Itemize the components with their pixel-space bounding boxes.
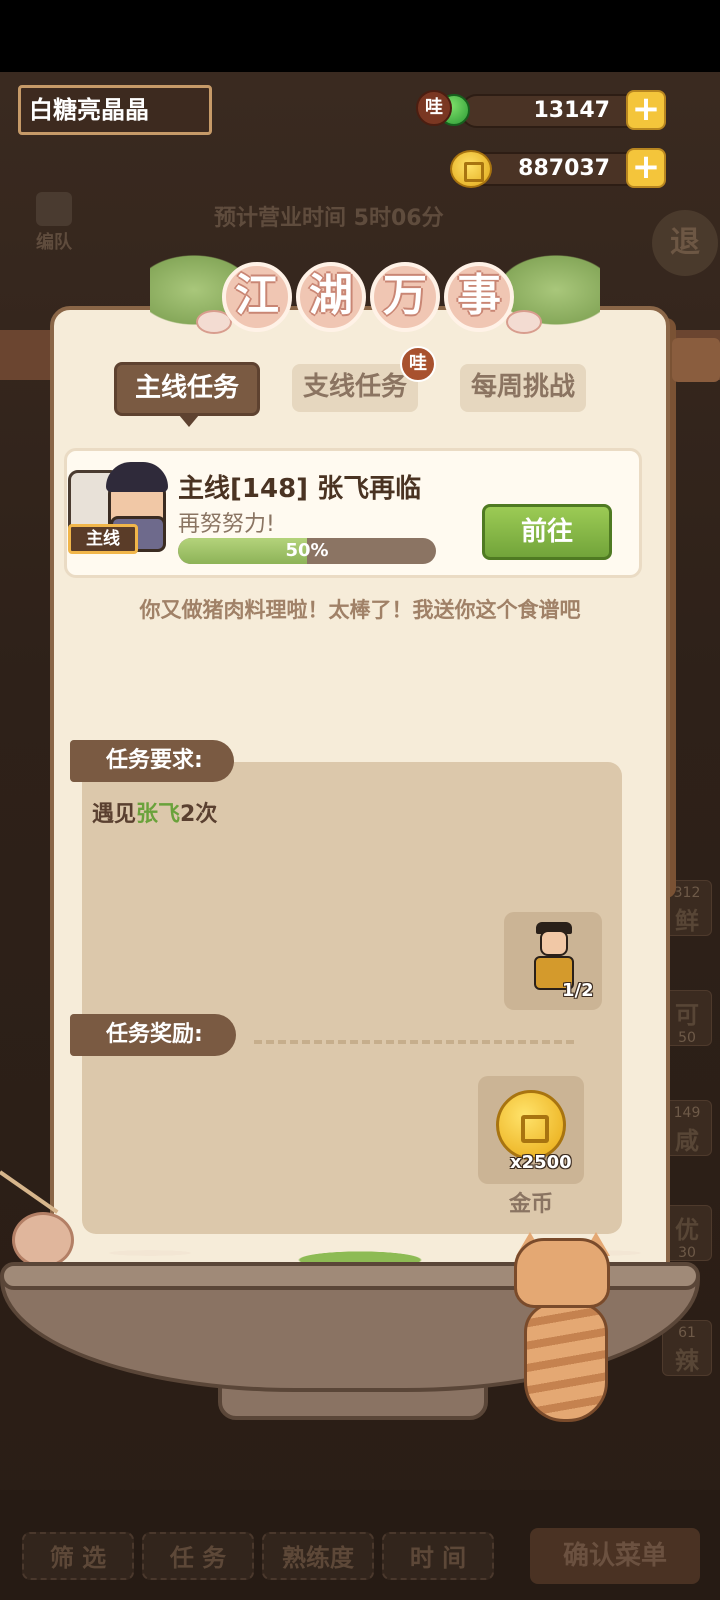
title-char: 江 [222,262,292,332]
wa-badge-icon: 哇 [416,90,452,126]
title-char: 万 [370,262,440,332]
add-gems-button[interactable]: + [626,90,666,130]
proficiency-button: 熟练度 [262,1532,374,1580]
cat-mascot-icon [506,1232,626,1432]
title-char: 事 [444,262,514,332]
npc-progress-count: 1/2 [562,980,594,1001]
scroll-handle [672,338,720,382]
filter-button: 筛 选 [22,1532,134,1580]
gem-currency: 13147 哇 + [416,90,666,130]
npc-head [540,930,568,956]
gold-coin-icon [496,1090,566,1160]
title-char: 湖 [296,262,366,332]
tab-weekly-challenge[interactable]: 每周挑战 [460,364,586,412]
go-button[interactable]: 前往 [482,504,612,560]
time-button: 时 间 [382,1532,494,1580]
notification-badge: 哇 [400,346,436,382]
add-coins-button[interactable]: + [626,148,666,188]
dialogue-text: 你又做猪肉料理啦！太棒了！我送你这个食谱吧 [139,598,581,622]
gem-icon: 哇 [416,88,470,132]
coin-currency: 887037 + [430,148,666,188]
player-name[interactable]: 白糖亮晶晶 [18,85,212,135]
character-hair [106,462,168,492]
progress-text: 50% [285,540,329,561]
team-button: 编队 [26,188,82,254]
mission-title: 主线[148] 张飞再临 [178,474,422,504]
business-time-text: 预计营业时间 5时06分 [214,206,444,231]
divider [254,1040,574,1044]
reward-label: 金币 [508,1192,553,1217]
requirement-text: 遇见张飞2次 [92,802,218,827]
tab-main-quest[interactable]: 主线任务 [114,362,260,427]
status-bar [0,0,720,72]
npc-name-highlight: 张飞 [136,802,181,827]
tab-side-quest[interactable]: 支线任务 [292,364,418,412]
main-quest-tag: 主线 [68,524,138,554]
coin-icon [450,150,492,188]
reward-count: x2500 [510,1152,572,1173]
confirm-menu-button: 确认菜单 [530,1528,700,1584]
rewards-header: 任务奖励: [70,1014,236,1056]
requirements-header: 任务要求: [70,740,234,782]
fishcake-icon [506,310,542,334]
cat-body [524,1302,608,1422]
exit-button: 退 [652,210,718,276]
cat-head [514,1238,610,1308]
mission-subtitle: 再努努力! [178,512,275,537]
mission-progress-bar: 50% [178,538,436,564]
task-button: 任 务 [142,1532,254,1580]
